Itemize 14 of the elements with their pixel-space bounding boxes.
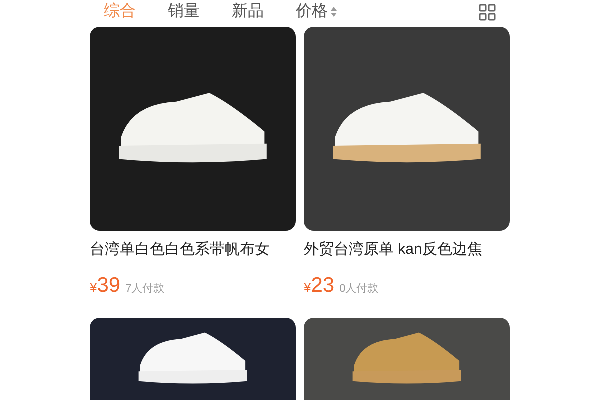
product-price: ¥23: [304, 272, 335, 298]
sort-icon: [331, 7, 337, 17]
product-photo[interactable]: [90, 27, 296, 231]
sales-count: 0人付款: [340, 282, 379, 296]
sort-tab[interactable]: 价格: [296, 0, 337, 24]
product-title[interactable]: 台湾单白色白色系带帆布女: [90, 239, 296, 262]
product-price: ¥39: [90, 272, 121, 298]
grid-icon: [479, 4, 496, 20]
sort-tab[interactable]: 销量: [168, 0, 200, 24]
product-title[interactable]: 外贸台湾原单 kan反色边焦: [304, 239, 510, 262]
sales-count: 7人付款: [126, 282, 165, 296]
product-photo[interactable]: [304, 27, 510, 231]
grid-view-button[interactable]: [479, 4, 496, 20]
sort-tab[interactable]: 新品: [232, 0, 264, 24]
